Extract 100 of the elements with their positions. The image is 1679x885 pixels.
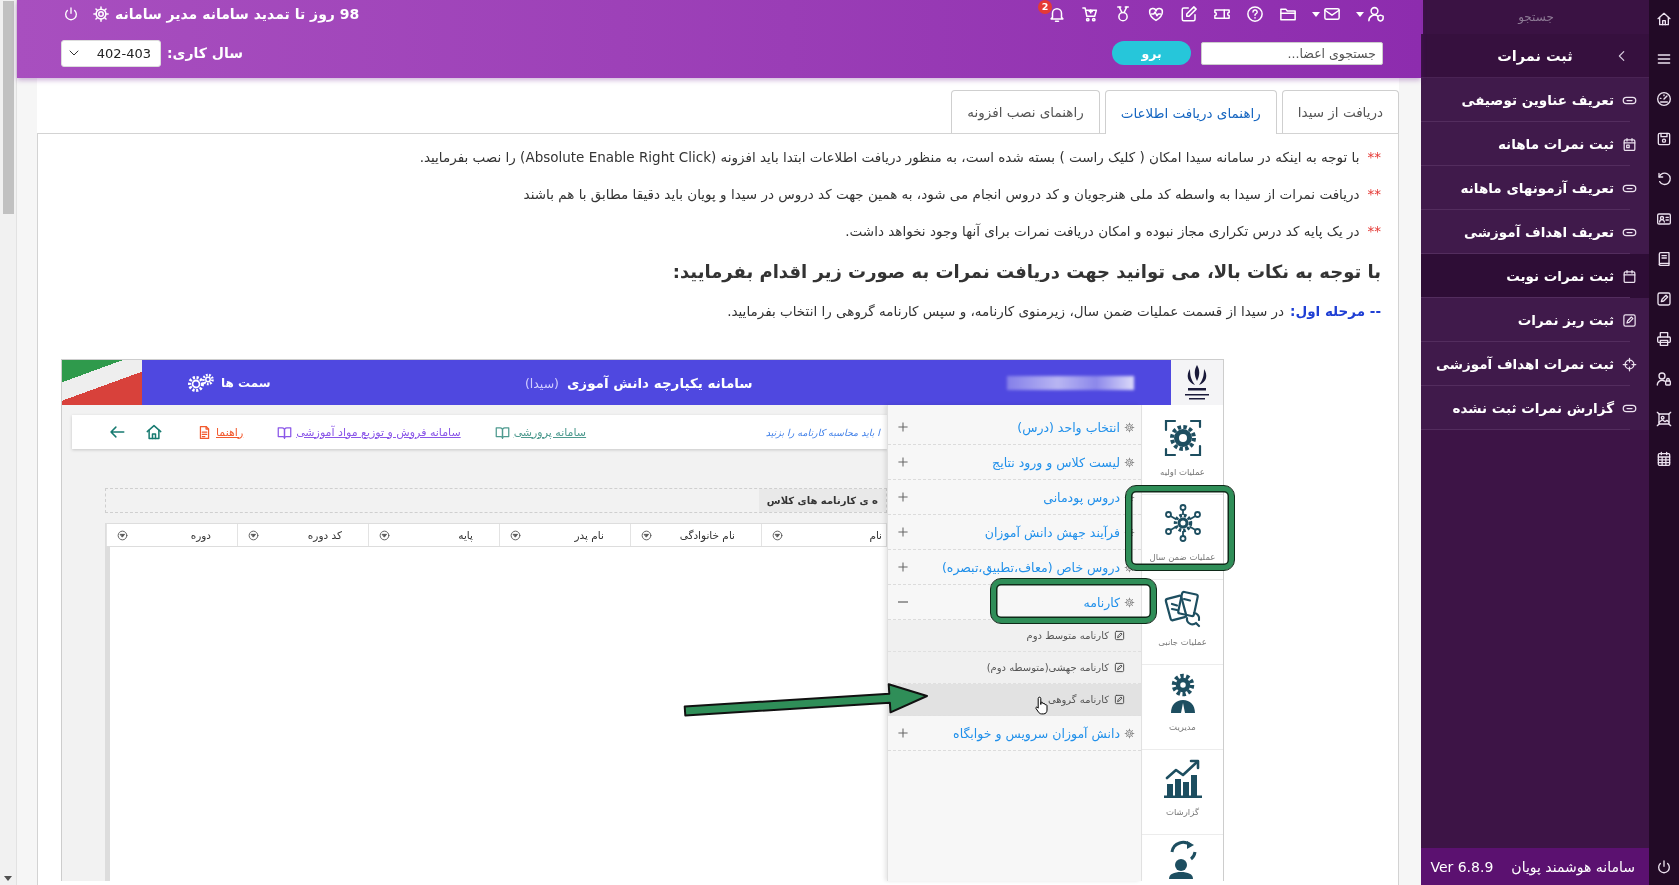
sidebar-item[interactable]: ثبت ریز نمرات [1421, 298, 1649, 342]
plus-icon[interactable] [898, 562, 908, 572]
sidebar-title: ثبت نمرات [1496, 47, 1574, 64]
home-icon[interactable] [1656, 11, 1672, 27]
calendar-icon [1622, 136, 1637, 152]
tab[interactable]: راهنمای نصب افزونه [951, 90, 1100, 133]
submenu-item[interactable]: کارنامه گروهی [888, 684, 1141, 716]
scrollbar[interactable] [0, 0, 17, 885]
step-text: در سیدا از قسمت عملیات ضمن سال، زیرمنوی کارنامه، و سپس کارنامه گروهی را انتخاب بفرمایید. [727, 303, 1285, 319]
sidebar-item[interactable]: ثبت نمرات اهداف آموزشی [1421, 342, 1649, 386]
column-header: کد دوره [307, 529, 342, 541]
gear-frame-icon [1162, 418, 1203, 458]
member-search-field[interactable]: جستجوی اعضا... [1201, 41, 1383, 65]
filter-icon[interactable] [379, 529, 390, 541]
note-text: دریافت نمرات از سیدا به واسطه کد ملی هنرجویان و کد دروس انجام می شود، به همین جهت کد دروس در سیدا و پویان باید دقیقا مطابق با هم باشند [523, 186, 1360, 202]
calendar-icon[interactable] [1656, 451, 1672, 467]
user-shield-icon[interactable] [1367, 5, 1385, 23]
plus-icon[interactable] [898, 422, 908, 432]
help-icon[interactable] [1246, 5, 1264, 23]
settings-icon[interactable] [92, 5, 110, 23]
document-icon [197, 424, 212, 440]
gears-icon[interactable] [187, 372, 215, 393]
folder-icon[interactable] [1279, 5, 1297, 23]
book-icon[interactable] [1656, 251, 1672, 267]
note-text: با توجه به اینکه در سامانه سیدا امکان ( کلیک راست ) بسته شده است، به منظور دریافت اطلاعات ابتدا باید افزونه (Absolute Enable Right Click) را نصب بفرمایید. [419, 149, 1360, 165]
power-icon[interactable] [1656, 859, 1672, 875]
version-label: Ver 6.8.9 [1430, 858, 1494, 875]
instructions-heading: با توجه به نکات بالا، می توانید جهت دریافت نمرات به صورت زیر اقدام بفرمایید: [671, 260, 1381, 285]
tab[interactable]: راهنمای دریافت اطلاعات [1104, 90, 1277, 134]
edit-icon [1114, 630, 1125, 641]
year-select[interactable]: 402-403 [61, 39, 161, 67]
book-icon [494, 424, 510, 440]
edit-icon[interactable] [1656, 291, 1672, 307]
roles-link[interactable]: سمت ها [221, 375, 271, 390]
network-gear-icon [1162, 503, 1203, 543]
hint-text: ا باید محاسبه کارنامه را بزنید [765, 426, 880, 438]
sidebar-item[interactable]: تعریف اهداف آموزشی [1421, 210, 1649, 254]
column-header: دوره [190, 529, 211, 541]
caret-icon[interactable] [1312, 11, 1320, 17]
sidebar-item[interactable]: تعریف آزمونهای ماهانه [1421, 166, 1649, 210]
medal-icon[interactable] [1114, 5, 1132, 23]
bar-chart-icon [1162, 758, 1203, 798]
plus-icon[interactable] [898, 527, 908, 537]
sidebar-item[interactable]: ثبت نمرات نوبت [1421, 254, 1649, 298]
toolbar-link[interactable]: سامانه فروش و توزیع مواد آموزشی [277, 424, 461, 440]
plus-icon[interactable] [898, 728, 908, 738]
note-marker: ** [1367, 186, 1381, 202]
app-title: سامانه یکپارچه دانش آموزی [567, 374, 753, 391]
column-header: پایه [458, 529, 473, 541]
heart-pulse-icon[interactable] [1147, 5, 1165, 23]
undo-icon[interactable] [1656, 171, 1672, 187]
caret-icon[interactable] [1356, 11, 1364, 17]
calendar-icon [1622, 268, 1637, 284]
scroll-down-arrow-icon[interactable] [4, 876, 12, 881]
column-header: نام پدر [574, 529, 604, 541]
crosshair-icon [1622, 356, 1637, 372]
cart-icon[interactable] [1081, 5, 1099, 23]
book-icon [277, 424, 293, 440]
sidebar-item[interactable]: گزارش نمرات ثبت نشده [1421, 386, 1649, 430]
step-label: -- مرحله اول: [1290, 303, 1381, 319]
image-frame-icon[interactable] [1656, 411, 1672, 427]
id-card-icon[interactable] [1656, 211, 1672, 227]
module-tile[interactable]: گزارشات [1142, 750, 1223, 835]
filter-icon[interactable] [117, 529, 128, 541]
filter-icon[interactable] [772, 529, 783, 541]
mail-icon[interactable] [1323, 5, 1341, 23]
module-tile[interactable]: مدیریت [1142, 665, 1223, 750]
sidebar-item[interactable]: ثبت نمرات ماهانه [1421, 122, 1649, 166]
note-text: در یک پایه کد درس تکراری مجاز نبوده و امکان دریافت نمرات برای آنها وجود نخواهد داشت. [845, 223, 1360, 239]
plus-icon[interactable] [898, 492, 908, 502]
print-icon[interactable] [1656, 331, 1672, 347]
sidebar-item[interactable]: تعریف عناوین توصیفی [1421, 78, 1649, 122]
expiry-notice: 98 روز تا تمدید سامانه مدیر سامانه [115, 6, 360, 22]
toolbar-link[interactable]: راهنما [197, 424, 244, 440]
filter-icon[interactable] [510, 529, 521, 541]
menu-icon[interactable] [1656, 51, 1672, 67]
back-arrow-icon[interactable] [108, 423, 126, 441]
scrollbar-thumb[interactable] [2, 1, 14, 214]
filter-icon[interactable] [248, 529, 259, 541]
gauge-icon[interactable] [1656, 91, 1672, 107]
section-tab[interactable]: ه ی کارنامه های کلاس [758, 489, 886, 512]
edit-icon [1114, 694, 1125, 705]
user-lock-icon[interactable] [1656, 371, 1672, 387]
module-tile[interactable]: عملیات ضمن سال [1142, 495, 1223, 580]
edit-icon [1114, 662, 1125, 673]
filter-icon[interactable] [641, 529, 652, 541]
tab[interactable]: دریافت از سیدا [1281, 90, 1399, 133]
submenu-item[interactable]: کارنامه جهشی(متوسطه دوم) [888, 652, 1141, 684]
module-tile[interactable]: عملیات جانبی [1142, 580, 1223, 665]
app-title-suffix: (سیدا) [524, 375, 559, 391]
save-icon[interactable] [1656, 131, 1672, 147]
edit-icon[interactable] [1180, 5, 1198, 23]
submenu-item[interactable]: کارنامه متوسط دوم [888, 620, 1141, 652]
toolbar-link[interactable]: سامانه پرورشی [494, 424, 587, 440]
plus-icon[interactable] [898, 457, 908, 467]
column-header: نام [869, 529, 882, 541]
bell-icon[interactable] [1048, 5, 1066, 23]
gear-icon [1124, 596, 1135, 608]
module-tile[interactable]: عملیات اولیه [1142, 410, 1223, 495]
notification-badge: 2 [1038, 0, 1052, 14]
